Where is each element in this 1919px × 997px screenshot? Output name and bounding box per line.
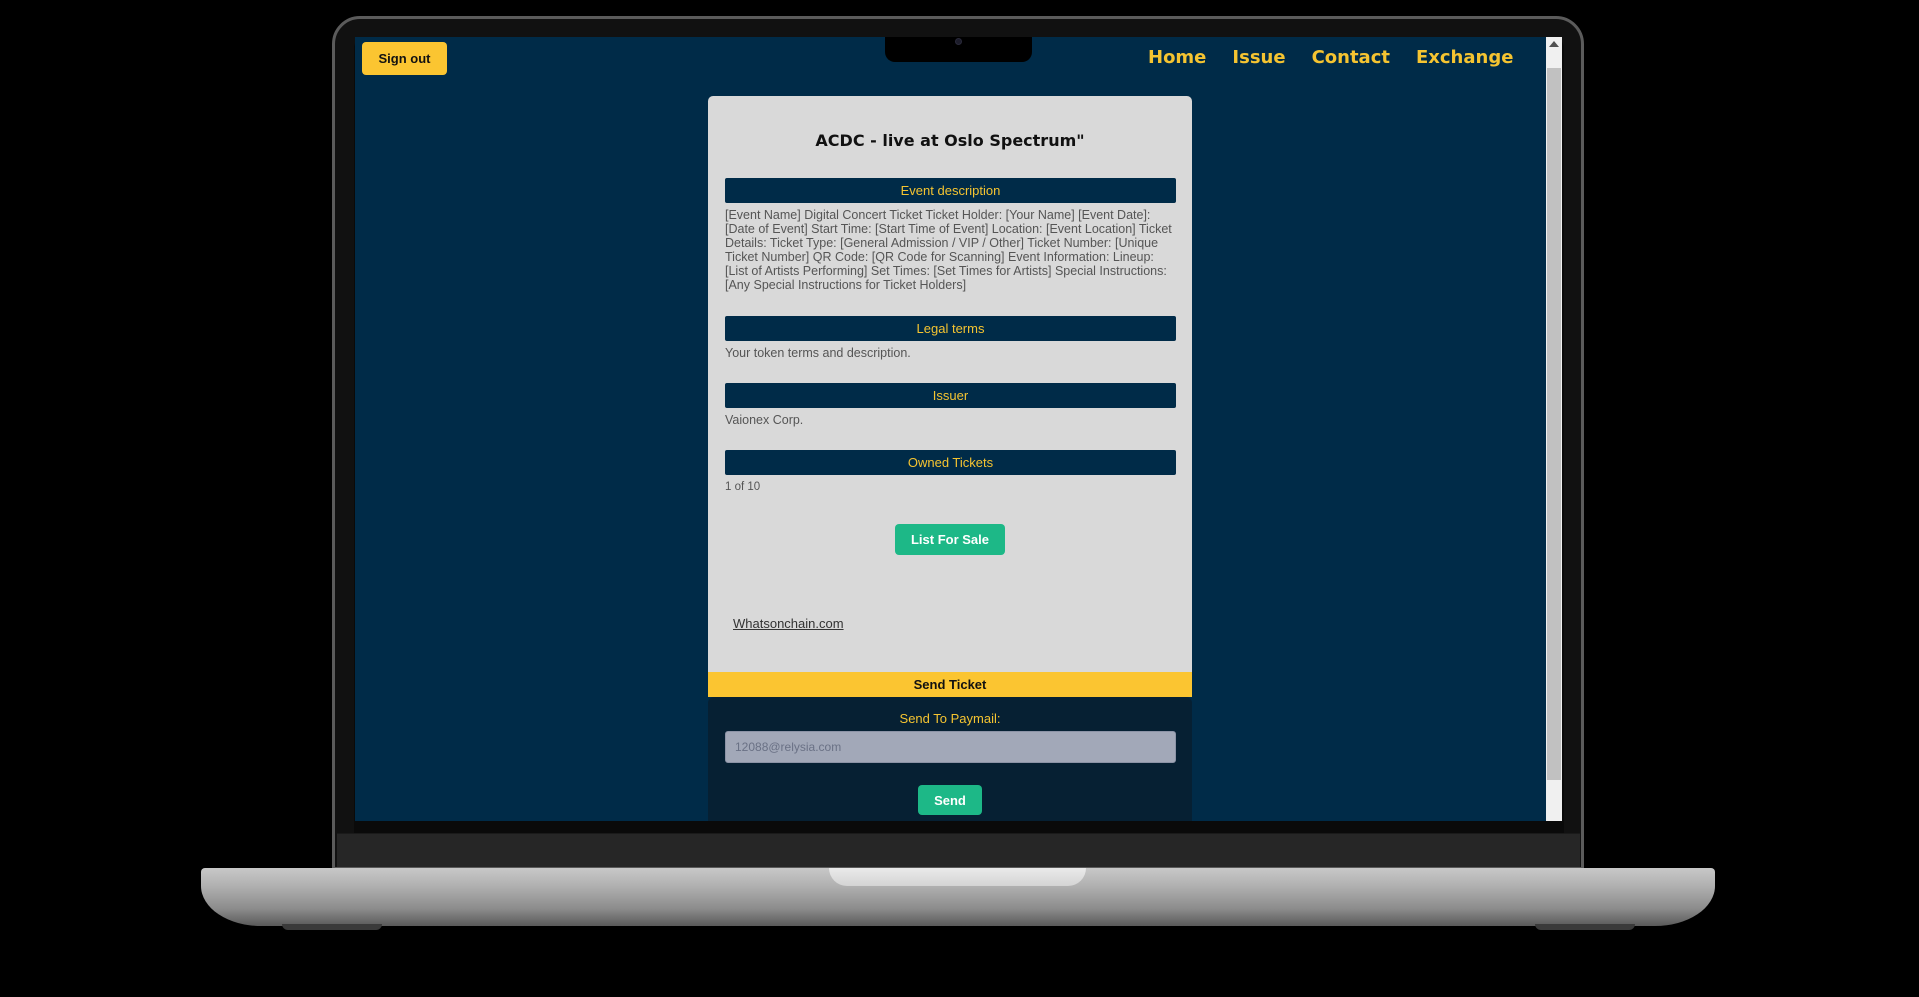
- main-nav: Home Issue Contact Exchange: [1148, 47, 1539, 68]
- whatsonchain-link[interactable]: Whatsonchain.com: [733, 616, 844, 631]
- nav-contact-link[interactable]: Contact: [1312, 47, 1390, 68]
- send-ticket-panel: Send To Paymail: Send: [708, 697, 1192, 821]
- nav-issue-link[interactable]: Issue: [1232, 47, 1285, 68]
- laptop-foot-left: [282, 924, 382, 930]
- send-to-paymail-label: Send To Paymail:: [899, 711, 1001, 726]
- laptop-foot-right: [1535, 924, 1635, 930]
- owned-tickets-count: 1 of 10: [725, 481, 761, 493]
- ticket-card: ACDC - live at Oslo Spectrum" Event desc…: [708, 96, 1192, 696]
- scrollbar-thumb[interactable]: [1547, 68, 1561, 780]
- laptop-mockup: Sign out Home Issue Contact Exchange ACD…: [0, 0, 1919, 997]
- list-for-sale-button[interactable]: List For Sale: [895, 524, 1005, 555]
- issuer-heading: Issuer: [725, 383, 1176, 408]
- laptop-trackpad-notch: [829, 868, 1086, 886]
- vertical-scrollbar[interactable]: [1546, 37, 1562, 821]
- legal-terms-text: Your token terms and description.: [725, 346, 911, 360]
- nav-home-link[interactable]: Home: [1148, 47, 1206, 68]
- nav-exchange-link[interactable]: Exchange: [1416, 47, 1513, 68]
- send-ticket-heading: Send Ticket: [708, 672, 1192, 697]
- scroll-up-arrow-icon[interactable]: [1549, 41, 1559, 47]
- issuer-text: Vaionex Corp.: [725, 413, 804, 427]
- send-button[interactable]: Send: [918, 785, 982, 815]
- owned-tickets-heading: Owned Tickets: [725, 450, 1176, 475]
- laptop-hinge: [337, 833, 1580, 867]
- event-description-text: [Event Name] Digital Concert Ticket Tick…: [725, 208, 1172, 292]
- camera-icon: [955, 38, 962, 45]
- signout-button[interactable]: Sign out: [362, 42, 447, 75]
- legal-terms-heading: Legal terms: [725, 316, 1176, 341]
- ticket-title: ACDC - live at Oslo Spectrum": [815, 131, 1085, 150]
- paymail-input[interactable]: [725, 731, 1176, 763]
- event-description-heading: Event description: [725, 178, 1176, 203]
- browser-viewport: Sign out Home Issue Contact Exchange ACD…: [355, 37, 1562, 821]
